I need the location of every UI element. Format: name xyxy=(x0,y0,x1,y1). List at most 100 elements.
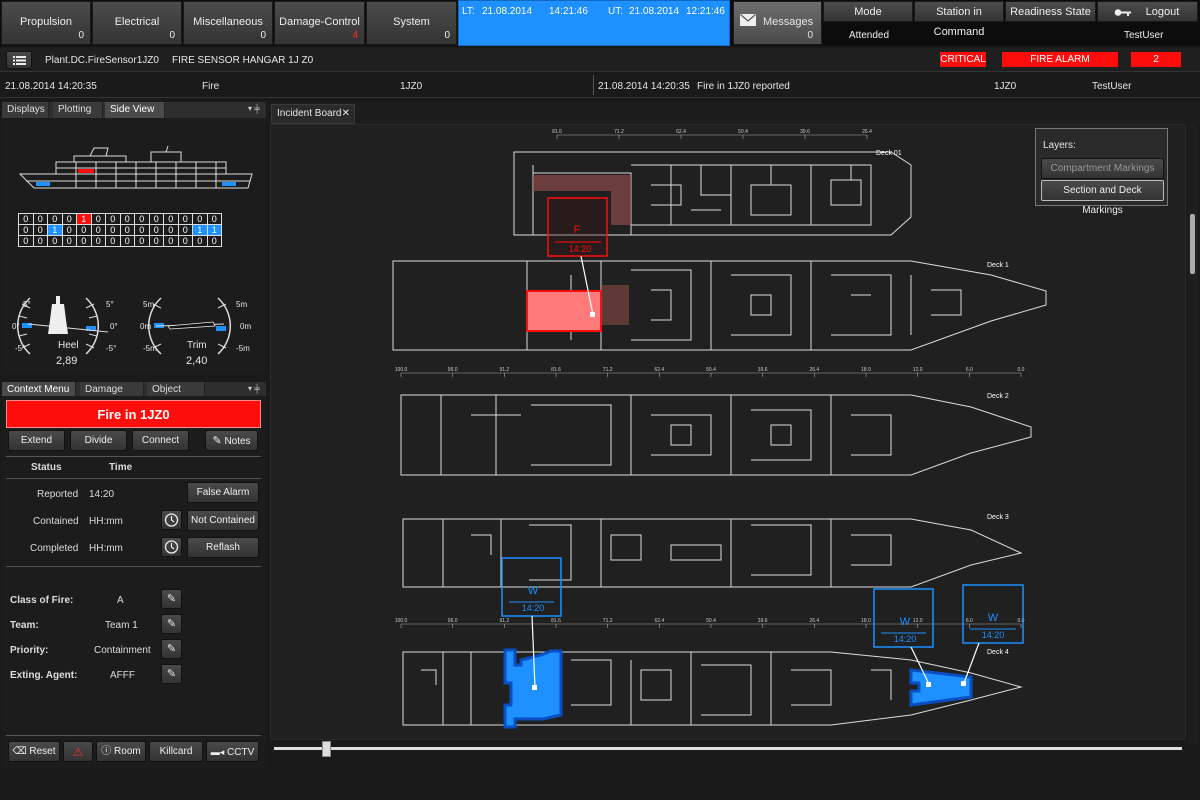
vertical-scrollbar[interactable] xyxy=(1188,124,1198,744)
scroll-thumb[interactable] xyxy=(1190,214,1195,274)
frame-markers-top: 81.6 71.2 62.4 50.4 39.6 26.4 xyxy=(552,129,872,139)
grid-cell: 0 xyxy=(177,224,193,236)
edit-icon: ✎ xyxy=(166,593,177,605)
frame-label: 6.0 xyxy=(966,618,973,624)
grid-cell: 0 xyxy=(32,224,48,236)
timeline-slider-knob[interactable] xyxy=(322,741,331,757)
reset-button[interactable]: ⌫ Reset xyxy=(8,741,60,762)
grid-cell: 0 xyxy=(105,213,121,225)
propulsion-count: 0 xyxy=(78,30,84,41)
damage-control-label: Damage-Control xyxy=(279,16,360,28)
panel-menu-icon-2[interactable]: ▾ ╪ xyxy=(248,384,260,393)
mode-button[interactable]: Mode xyxy=(823,1,913,22)
damage-control-button[interactable]: Damage-Control 4 xyxy=(274,1,365,45)
deck-plans[interactable]: 81.6 71.2 62.4 50.4 39.6 26.4 100.0 96.0 91.2 81… xyxy=(271,125,1187,741)
deck-4-water-zone-fwd[interactable] xyxy=(909,668,973,707)
grid-cell: 0 xyxy=(134,224,150,236)
class-of-fire-label: Class of Fire: xyxy=(10,595,74,606)
grid-cell: 0 xyxy=(177,235,193,247)
event-row[interactable]: 21.08.2014 14:20:35 Fire 1JZ0 21.08.2014… xyxy=(0,73,1200,98)
miscellaneous-button[interactable]: Miscellaneous 0 xyxy=(183,1,273,45)
alarm-bar: Plant.DC.FireSensor1JZ0 FIRE SENSOR HANG… xyxy=(0,48,1200,72)
tab-displays[interactable]: Displays xyxy=(2,102,49,118)
frame-label: 71.2 xyxy=(603,367,613,373)
fire-marker-time: 14:20 xyxy=(569,244,592,254)
event-user: TestUser xyxy=(1092,81,1132,92)
not-contained-button[interactable]: Not Contained xyxy=(187,510,259,531)
timeline-slider[interactable] xyxy=(274,747,1182,750)
list-menu-button[interactable] xyxy=(6,51,32,69)
frame-label: 62.4 xyxy=(654,618,664,624)
frame-label: 71.2 xyxy=(603,618,613,624)
edit-class-button[interactable]: ✎ xyxy=(161,589,182,609)
reset-label: Reset xyxy=(29,746,56,757)
compartment-status-grid: 0000100000000000100000000011000000000000… xyxy=(18,213,222,247)
reflash-button[interactable]: Reflash xyxy=(187,537,259,558)
grid-cell: 0 xyxy=(163,213,179,225)
ut-time: 12:21:46 xyxy=(686,6,725,17)
section-deck-markings-toggle[interactable]: Section and Deck Markings xyxy=(1041,180,1164,216)
completed-clock-button[interactable] xyxy=(161,537,182,557)
grid-row: 00001000000000 xyxy=(18,213,222,225)
heel-value: 2,89 xyxy=(56,355,78,367)
frame-label: 91.2 xyxy=(499,367,509,373)
frame-label: 50.4 xyxy=(706,618,716,624)
cctv-label: CCTV xyxy=(227,747,255,758)
frame-label: 18.0 xyxy=(861,618,871,624)
warning-button[interactable]: ⚠ xyxy=(63,741,93,762)
readiness-state-button[interactable]: Readiness State xyxy=(1005,1,1096,22)
killcard-button[interactable]: Killcard xyxy=(149,741,203,762)
frame-label: 18.0 xyxy=(861,367,871,373)
heel-tick-right-top: 5° xyxy=(106,300,114,309)
grid-cell: 0 xyxy=(119,235,135,247)
tab-plotting[interactable]: Plotting xyxy=(53,102,103,118)
completed-label: Completed xyxy=(30,543,79,554)
severity-badge: CRITICAL xyxy=(940,52,986,67)
electrical-button[interactable]: Electrical 0 xyxy=(92,1,182,45)
heel-tick-left-bottom: -5° xyxy=(15,344,26,353)
divide-button[interactable]: Divide xyxy=(70,430,127,451)
clock-icon xyxy=(164,540,179,554)
grid-cell: 0 xyxy=(90,235,106,247)
edit-priority-button[interactable]: ✎ xyxy=(161,639,182,659)
logout-button[interactable]: Logout xyxy=(1097,1,1198,22)
notes-label: Notes xyxy=(224,436,251,447)
fire-marker-letter: F xyxy=(574,224,581,236)
close-icon[interactable]: ✕ xyxy=(342,105,350,123)
connect-button[interactable]: Connect xyxy=(132,430,189,451)
system-button[interactable]: System 0 xyxy=(366,1,457,45)
grid-row: 00100000000011 xyxy=(18,224,222,236)
edit-team-button[interactable]: ✎ xyxy=(161,614,182,634)
water-marker-2-letter: W xyxy=(900,616,911,628)
room-button[interactable]: ⓘ Room xyxy=(96,741,146,762)
frame-label: 71.2 xyxy=(614,129,624,135)
clock-icon xyxy=(164,513,179,527)
incident-board[interactable]: 81.6 71.2 62.4 50.4 39.6 26.4 100.0 96.0 91.2 81… xyxy=(270,124,1186,740)
deck-1-plan xyxy=(392,260,1047,351)
station-in-command-button[interactable]: Station in Command xyxy=(914,1,1004,38)
contained-clock-button[interactable] xyxy=(161,510,182,530)
edit-agent-button[interactable]: ✎ xyxy=(161,664,182,684)
tab-incident-board[interactable]: Incident Board ✕ xyxy=(271,104,355,124)
incident-board-label: Incident Board xyxy=(277,108,342,119)
notes-button[interactable]: ✎ Notes xyxy=(205,430,258,451)
messages-button[interactable]: Messages 0 xyxy=(733,1,822,45)
event-type: Fire xyxy=(202,81,220,92)
ut-date: 21.08.2014 xyxy=(629,6,680,17)
compartment-markings-toggle[interactable]: Compartment Markings xyxy=(1041,158,1164,179)
propulsion-button[interactable]: Propulsion 0 xyxy=(1,1,91,45)
contained-label: Contained xyxy=(33,516,79,527)
trim-tick-right-mid: 0m xyxy=(240,322,252,331)
panel-menu-icon[interactable]: ▾ ╪ xyxy=(248,104,260,113)
camera-icon: ▬◂ xyxy=(210,747,225,757)
exting-agent-value: AFFF xyxy=(110,670,135,681)
water-marker-3[interactable]: W 14:20 xyxy=(961,584,1024,686)
extend-button[interactable]: Extend xyxy=(8,430,65,451)
frame-markers-low: 100.0 96.0 91.2 81.6 71.2 62.4 50.4 39.6 26.4 18.… xyxy=(395,618,1025,628)
tab-side-view[interactable]: Side View xyxy=(105,102,165,118)
alarm-path: Plant.DC.FireSensor1JZ0 xyxy=(45,55,159,66)
cctv-button[interactable]: ▬◂ CCTV xyxy=(206,741,259,762)
false-alarm-button[interactable]: False Alarm xyxy=(187,482,259,503)
deck-3-plan xyxy=(402,518,1023,588)
grid-cell: 1 xyxy=(192,224,208,236)
